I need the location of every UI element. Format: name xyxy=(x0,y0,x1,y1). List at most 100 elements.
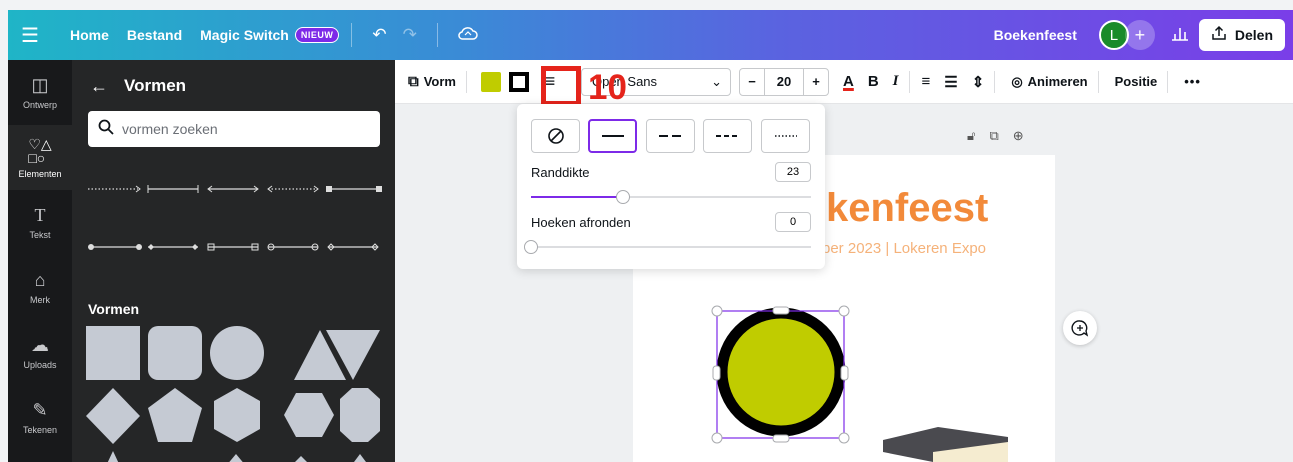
rail-label: Tekenen xyxy=(22,425,58,435)
shape-search-input[interactable]: vormen zoeken xyxy=(88,111,380,147)
border-solid-button[interactable] xyxy=(588,119,637,153)
border-style-popover: Randdikte 23 Hoeken afronden 0 xyxy=(517,104,825,269)
border-short-dashed-button[interactable] xyxy=(703,119,752,153)
shape-button[interactable]: ⧉ Vorm xyxy=(408,73,456,90)
rail-label: Merk xyxy=(30,295,50,305)
corner-radius-slider[interactable] xyxy=(524,240,811,254)
selected-circle-shape xyxy=(716,307,846,437)
magic-switch-label: Magic Switch xyxy=(200,27,289,43)
rail-item-brand[interactable]: ⌂ Merk xyxy=(8,255,72,320)
rail-item-draw[interactable]: ✎ Tekenen xyxy=(8,385,72,450)
add-page-icon[interactable]: ⊕ xyxy=(1013,128,1024,143)
more-options-icon[interactable]: ••• xyxy=(1184,74,1201,89)
undo-icon[interactable]: ↶ xyxy=(372,25,386,45)
border-dashed-button[interactable] xyxy=(646,119,695,153)
pentagon-shape xyxy=(148,388,202,442)
left-rail: ◫ Ontwerp ♡△ □○ Elementen T Tekst ⌂ Merk … xyxy=(8,60,72,462)
hamburger-icon[interactable]: ☰ xyxy=(8,23,52,48)
octagon-shape xyxy=(340,388,380,442)
duplicate-page-icon[interactable]: ⧉ xyxy=(989,128,998,143)
line-presets-row-2[interactable] xyxy=(88,242,383,252)
animate-icon: ◎ xyxy=(1011,73,1023,89)
file-menu[interactable]: Bestand xyxy=(127,27,182,43)
annotation-highlight-box xyxy=(541,66,581,106)
circle-shape xyxy=(210,326,264,380)
animate-button[interactable]: ◎ Animeren xyxy=(1011,74,1087,90)
document-title[interactable]: Boekenfeest xyxy=(994,27,1077,43)
page-subtitle-text[interactable]: ber 2023 | Lokeren Expo xyxy=(822,240,986,257)
rail-label: Ontwerp xyxy=(22,100,57,110)
diamond-shape xyxy=(86,388,140,444)
italic-icon[interactable]: I xyxy=(893,73,899,90)
decrease-size-button[interactable]: − xyxy=(740,69,764,95)
search-placeholder: vormen zoeken xyxy=(122,121,218,137)
border-weight-label: Randdikte xyxy=(531,165,590,180)
font-size-stepper[interactable]: − 20 + xyxy=(738,67,829,96)
border-dotted-button[interactable] xyxy=(761,119,810,153)
elements-panel: ← Vormen vormen zoeken Vormen xyxy=(72,60,395,462)
divider xyxy=(1167,70,1169,93)
canva-editor: ☰ Home Bestand Magic Switch NIEUW ↶ ↷ Bo… xyxy=(0,0,1293,462)
fill-color-swatch[interactable] xyxy=(480,71,501,92)
increase-size-button[interactable]: + xyxy=(804,69,828,95)
divider xyxy=(994,70,996,93)
border-weight-slider[interactable] xyxy=(531,190,811,204)
no-border-icon xyxy=(547,128,564,144)
page-actions: 🔓︎ ⧉ ⊕ xyxy=(967,128,1038,144)
panel-title: Vormen xyxy=(124,76,187,95)
list-icon[interactable]: ☰ xyxy=(944,73,957,91)
back-arrow-icon[interactable]: ← xyxy=(90,76,108,97)
rail-item-text[interactable]: T Tekst xyxy=(8,190,72,255)
border-none-button[interactable] xyxy=(531,119,580,153)
rail-item-design[interactable]: ◫ Ontwerp xyxy=(8,60,72,125)
rail-item-uploads[interactable]: ☁ Uploads xyxy=(8,320,72,385)
spacing-icon[interactable]: ⇕ xyxy=(972,73,985,91)
rail-item-elements[interactable]: ♡△ □○ Elementen xyxy=(8,125,72,190)
rounded-square-shape xyxy=(148,326,202,380)
shape-icon: ⧉ xyxy=(408,73,419,90)
context-toolbar: ⧉ Vorm ≡ Open Sans ⌄ − 20 + A B I ≡ ☰ ⇕ … xyxy=(395,60,1293,104)
panel-header: ← Vormen xyxy=(72,60,395,112)
lock-icon[interactable]: 🔓︎ xyxy=(967,128,975,143)
shapes-grid[interactable] xyxy=(86,326,386,462)
annotation-number: 10 xyxy=(588,68,627,107)
hexagon-horizontal-shape xyxy=(284,393,334,437)
dotted-line-icon xyxy=(774,135,797,137)
border-weight-input[interactable]: 23 xyxy=(775,162,811,182)
font-size-value[interactable]: 20 xyxy=(763,68,804,95)
add-collaborator-icon[interactable]: + xyxy=(1124,20,1155,50)
position-button[interactable]: Positie xyxy=(1115,74,1158,89)
add-comment-icon[interactable] xyxy=(1063,311,1097,345)
text-icon: T xyxy=(34,205,46,225)
border-color-swatch[interactable] xyxy=(508,71,529,92)
share-button[interactable]: Delen xyxy=(1198,19,1285,51)
magic-switch-button[interactable]: Magic Switch NIEUW xyxy=(200,27,340,43)
shape-label: Vorm xyxy=(423,74,456,89)
slider-handle[interactable] xyxy=(524,240,538,254)
divider xyxy=(436,23,438,47)
rail-label: Tekst xyxy=(29,230,51,240)
rail-label: Elementen xyxy=(18,168,62,179)
draw-icon: ✎ xyxy=(32,400,48,420)
divider xyxy=(908,70,910,93)
layout-icon: ◫ xyxy=(31,75,49,95)
dashed-line-icon xyxy=(658,135,683,137)
slider-handle[interactable] xyxy=(616,190,630,204)
home-link[interactable]: Home xyxy=(70,27,109,43)
top-bar: ☰ Home Bestand Magic Switch NIEUW ↶ ↷ Bo… xyxy=(8,10,1293,60)
share-icon xyxy=(1211,25,1227,46)
upload-cloud-icon: ☁ xyxy=(31,335,49,355)
solid-line-icon xyxy=(601,135,624,137)
share-label: Delen xyxy=(1234,27,1273,43)
text-color-icon[interactable]: A xyxy=(843,73,854,90)
bold-icon[interactable]: B xyxy=(868,73,879,90)
new-badge: NIEUW xyxy=(294,27,340,43)
cloud-saved-icon[interactable] xyxy=(458,25,478,45)
align-center-icon[interactable]: ≡ xyxy=(922,73,931,90)
redo-icon[interactable]: ↷ xyxy=(403,25,417,45)
page-title-text[interactable]: kenfeest xyxy=(826,186,988,231)
square-shape xyxy=(86,326,140,380)
line-presets-row-1[interactable] xyxy=(88,184,383,194)
insights-icon[interactable] xyxy=(1171,25,1189,46)
corner-radius-input[interactable]: 0 xyxy=(775,212,811,232)
